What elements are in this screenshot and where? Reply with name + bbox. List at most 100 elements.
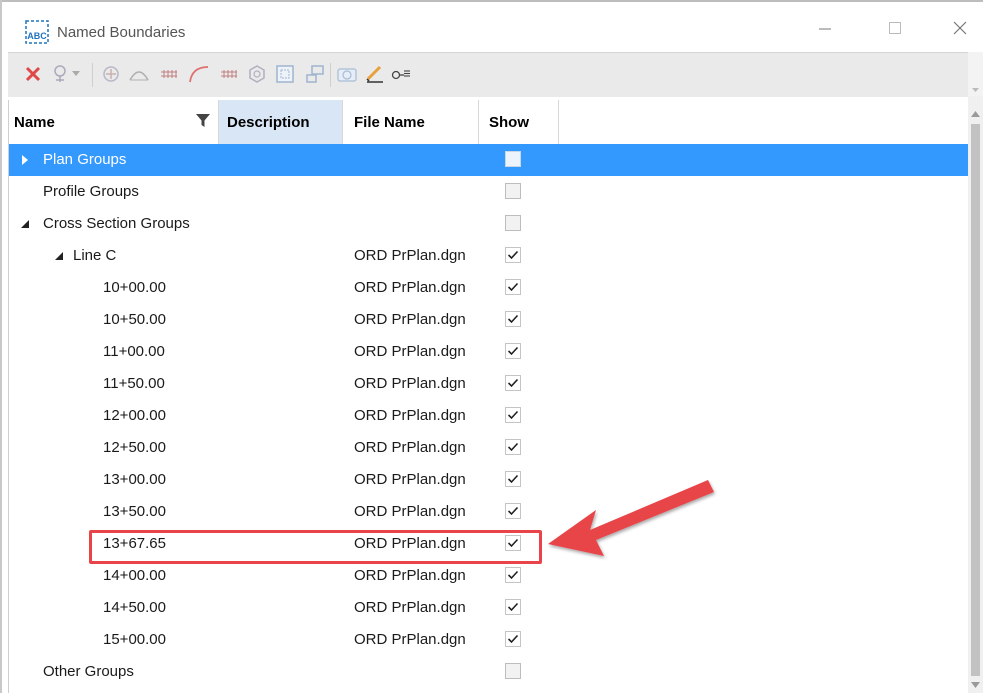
row-name: Cross Section Groups xyxy=(43,215,190,232)
row-file-name: ORD PrPlan.dgn xyxy=(354,503,466,520)
row-name: 10+00.00 xyxy=(103,279,166,296)
row-file-name: ORD PrPlan.dgn xyxy=(354,279,466,296)
tree-row[interactable]: Line C ORD PrPlan.dgn xyxy=(9,240,969,272)
title-bar[interactable]: ABC Named Boundaries xyxy=(2,2,983,55)
row-file-name: ORD PrPlan.dgn xyxy=(354,247,466,264)
app-abc-icon: ABC xyxy=(24,19,50,45)
close-button[interactable] xyxy=(937,8,983,48)
collapse-arrow-icon[interactable] xyxy=(19,218,31,230)
delete-icon[interactable] xyxy=(22,63,44,85)
row-file-name: ORD PrPlan.dgn xyxy=(354,567,466,584)
maximize-button[interactable] xyxy=(872,8,918,48)
profile-boundary-icon[interactable] xyxy=(128,63,150,85)
row-name: Line C xyxy=(73,247,117,264)
xs-grid-icon[interactable] xyxy=(158,63,180,85)
show-checkbox[interactable] xyxy=(505,599,521,615)
scrollbar-thumb[interactable] xyxy=(971,124,980,676)
grid-header: Name Description File Name Show xyxy=(9,100,969,145)
tree-row[interactable]: 11+50.00 ORD PrPlan.dgn xyxy=(9,368,969,400)
show-checkbox[interactable] xyxy=(505,471,521,487)
checkmark-icon xyxy=(507,378,519,388)
scroll-down-icon[interactable] xyxy=(971,681,980,690)
checkmark-icon xyxy=(507,250,519,260)
tree-row[interactable]: Plan Groups xyxy=(9,144,969,176)
row-file-name: ORD PrPlan.dgn xyxy=(354,471,466,488)
row-name: 13+50.00 xyxy=(103,503,166,520)
checkmark-icon xyxy=(507,314,519,324)
toolbar-overflow[interactable] xyxy=(968,52,983,96)
show-checkbox[interactable] xyxy=(505,247,521,263)
tree-row[interactable]: 14+50.00 ORD PrPlan.dgn xyxy=(9,592,969,624)
civil-boundary-icon[interactable] xyxy=(100,63,122,85)
column-header-show-label: Show xyxy=(489,113,529,131)
column-header-file-name[interactable]: File Name xyxy=(343,100,479,144)
tree-row[interactable]: 14+00.00 ORD PrPlan.dgn xyxy=(9,560,969,592)
show-checkbox[interactable] xyxy=(505,407,521,423)
edit-pen-icon[interactable] xyxy=(364,63,386,85)
row-name: 13+00.00 xyxy=(103,471,166,488)
show-checkbox[interactable] xyxy=(505,279,521,295)
tree-row[interactable]: Other Groups xyxy=(9,656,969,688)
show-checkbox[interactable] xyxy=(505,375,521,391)
row-file-name: ORD PrPlan.dgn xyxy=(354,631,466,648)
create-boundary-icon[interactable] xyxy=(50,63,72,85)
show-checkbox[interactable] xyxy=(505,183,521,199)
minimize-button[interactable] xyxy=(802,8,848,48)
row-file-name: ORD PrPlan.dgn xyxy=(354,599,466,616)
fence-boundary-icon[interactable] xyxy=(274,63,296,85)
checkmark-icon xyxy=(507,346,519,356)
expand-arrow-icon[interactable] xyxy=(19,154,31,166)
3d-boundary-icon[interactable] xyxy=(246,63,268,85)
checkmark-icon xyxy=(507,506,519,516)
column-header-name[interactable]: Name xyxy=(9,100,219,144)
show-checkbox[interactable] xyxy=(505,343,521,359)
row-name: 12+00.00 xyxy=(103,407,166,424)
show-checkbox[interactable] xyxy=(505,311,521,327)
annotation-highlight-box xyxy=(89,530,542,564)
show-checkbox[interactable] xyxy=(505,215,521,231)
tree-row[interactable]: 12+50.00 ORD PrPlan.dgn xyxy=(9,432,969,464)
column-header-description[interactable]: Description xyxy=(219,100,343,144)
tree-row[interactable]: Profile Groups xyxy=(9,176,969,208)
toolbar-separator xyxy=(330,63,331,87)
row-file-name: ORD PrPlan.dgn xyxy=(354,375,466,392)
camera-icon[interactable] xyxy=(336,63,358,85)
show-checkbox[interactable] xyxy=(505,151,521,167)
show-checkbox[interactable] xyxy=(505,439,521,455)
show-checkbox[interactable] xyxy=(505,503,521,519)
xs-grid-2-icon[interactable] xyxy=(218,63,240,85)
scroll-up-icon[interactable] xyxy=(971,110,980,119)
tree-row[interactable]: 10+50.00 ORD PrPlan.dgn xyxy=(9,304,969,336)
tree-row[interactable]: 10+00.00 ORD PrPlan.dgn xyxy=(9,272,969,304)
toolbar-separator xyxy=(92,63,93,87)
row-file-name: ORD PrPlan.dgn xyxy=(354,311,466,328)
row-name: 12+50.00 xyxy=(103,439,166,456)
row-name: 11+00.00 xyxy=(103,343,165,360)
column-header-show[interactable]: Show xyxy=(479,100,559,144)
checkmark-icon xyxy=(507,410,519,420)
tree-row[interactable]: 13+50.00 ORD PrPlan.dgn xyxy=(9,496,969,528)
row-name: Profile Groups xyxy=(43,183,139,200)
show-checkbox[interactable] xyxy=(505,631,521,647)
tree-row[interactable]: 11+00.00 ORD PrPlan.dgn xyxy=(9,336,969,368)
column-header-description-label: Description xyxy=(227,113,310,131)
show-checkbox[interactable] xyxy=(505,663,521,679)
key-filter-icon[interactable] xyxy=(390,63,412,85)
curve-boundary-icon[interactable] xyxy=(188,63,210,85)
window-title: Named Boundaries xyxy=(57,24,186,41)
tree-row[interactable]: Cross Section Groups xyxy=(9,208,969,240)
vertical-scrollbar[interactable] xyxy=(968,96,983,693)
dropdown-arrow-icon[interactable] xyxy=(70,63,82,85)
checkmark-icon xyxy=(507,602,519,612)
named-boundaries-window: ABC Named Boundaries Name Description Fi… xyxy=(0,0,983,693)
row-file-name: ORD PrPlan.dgn xyxy=(354,343,466,360)
tree-row[interactable]: 15+00.00 ORD PrPlan.dgn xyxy=(9,624,969,656)
drawing-boundary-icon[interactable] xyxy=(304,63,326,85)
show-checkbox[interactable] xyxy=(505,567,521,583)
row-name: 10+50.00 xyxy=(103,311,166,328)
collapse-arrow-icon[interactable] xyxy=(53,250,65,262)
window-left-border xyxy=(0,0,2,693)
tree-row[interactable]: 13+00.00 ORD PrPlan.dgn xyxy=(9,464,969,496)
filter-icon[interactable] xyxy=(196,114,210,128)
tree-row[interactable]: 12+00.00 ORD PrPlan.dgn xyxy=(9,400,969,432)
